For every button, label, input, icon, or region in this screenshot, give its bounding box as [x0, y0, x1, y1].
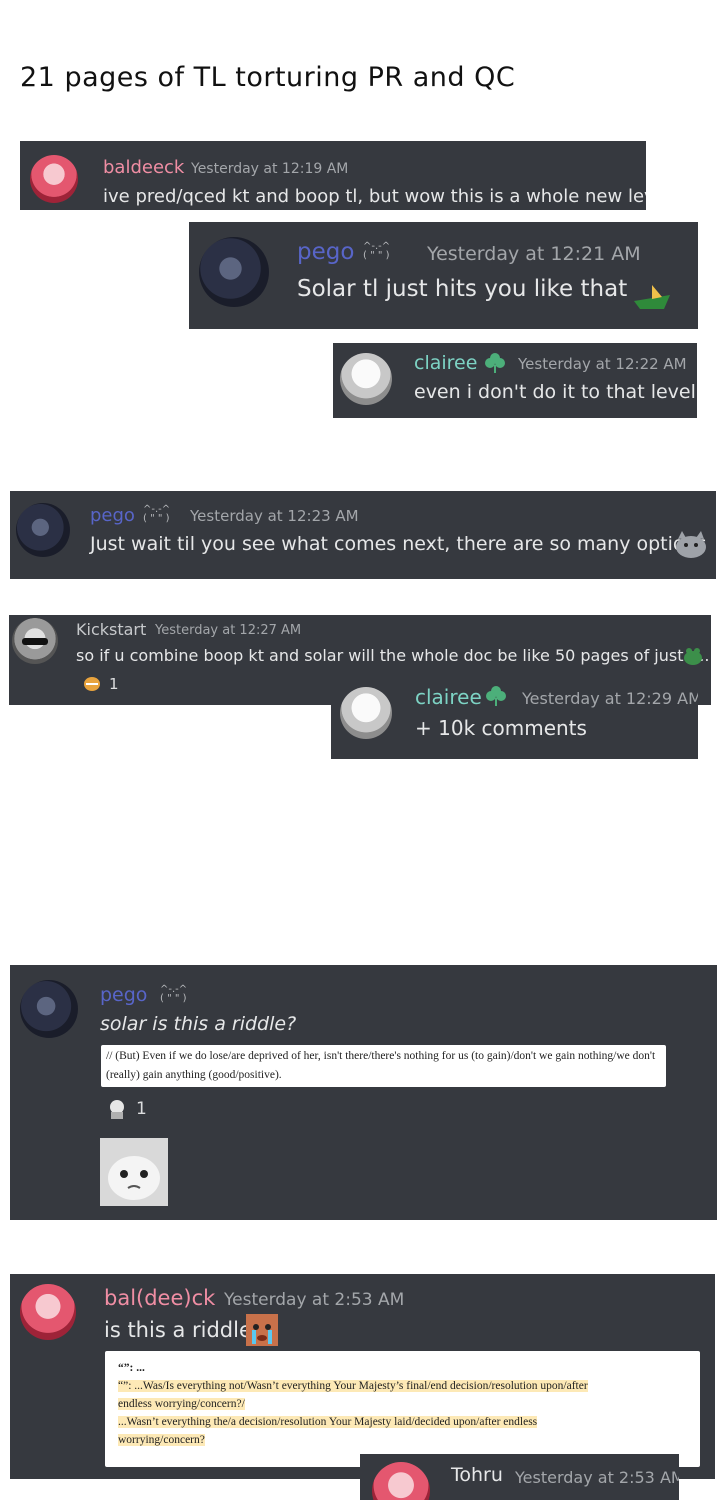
avatar[interactable]: [20, 1284, 76, 1340]
message-text: even i don't do it to that level..: [414, 381, 697, 403]
reaction-pill[interactable]: 1: [83, 675, 119, 693]
boat-emoji-icon: [634, 285, 670, 309]
hiding-emoji-icon: [110, 1100, 124, 1119]
doc-line: endless worrying/concern?/: [118, 1398, 245, 1410]
username[interactable]: clairee: [415, 685, 482, 709]
timestamp: Yesterday at 12:29 AM: [522, 689, 698, 708]
kaomoji: ^-.-^ ( " " ): [160, 984, 188, 1004]
username[interactable]: pego: [100, 984, 147, 1006]
timestamp: Yesterday at 2:53 AM: [224, 1290, 405, 1310]
crying-face-emoji-icon: [246, 1314, 278, 1346]
username[interactable]: pego: [297, 239, 354, 265]
username[interactable]: pego: [90, 505, 135, 526]
message-card-clairee: clairee Yesterday at 12:22 AM even i don…: [333, 343, 697, 418]
message-card-pego: pego ^-.-^ ( " " ) Yesterday at 12:23 AM…: [10, 491, 716, 579]
username[interactable]: Tohru: [451, 1464, 503, 1486]
timestamp: Yesterday at 12:22 AM: [518, 355, 687, 373]
message-card-pego: pego ^-.-^ ( " " ) Yesterday at 12:21 AM…: [189, 222, 698, 329]
message-text: is this a riddle: [104, 1318, 252, 1342]
avatar[interactable]: [340, 687, 392, 739]
doc-line: “”: ...: [118, 1362, 145, 1374]
crying-cat-sticker-icon: [100, 1138, 168, 1206]
avatar[interactable]: [30, 155, 78, 203]
message-card-baldeeck: baldeeck Yesterday at 12:19 AM ive pred/…: [20, 141, 646, 210]
avatar[interactable]: [340, 353, 392, 405]
message-text: ive pred/qced kt and boop tl, but wow th…: [103, 186, 646, 207]
doc-line: ...Wasn’t everything the/a decision/reso…: [118, 1416, 538, 1428]
message-card-pego: pego ^-.-^ ( " " ) solar is this a riddl…: [10, 965, 717, 1220]
avatar[interactable]: [199, 237, 269, 307]
reaction-count: 1: [109, 675, 119, 693]
page-title: 21 pages of TL torturing PR and QC: [20, 62, 516, 93]
clover-icon: [486, 686, 506, 706]
clover-icon: [485, 353, 505, 373]
message-card-baldeeck: bal(dee)ck Yesterday at 2:53 AM is this …: [10, 1274, 715, 1479]
username[interactable]: Kickstart: [76, 620, 146, 639]
kaomoji: ^-.-^ ( " " ): [143, 504, 171, 524]
cat-emoji-icon: [676, 531, 706, 558]
message-text: Just wait til you see what comes next, t…: [90, 533, 707, 555]
username[interactable]: baldeeck: [103, 157, 184, 178]
message-card-clairee: clairee Yesterday at 12:29 AM + 10k comm…: [331, 677, 698, 759]
message-text: solar is this a riddle?: [100, 1013, 297, 1035]
timestamp: Yesterday at 12:27 AM: [155, 623, 302, 638]
frog-emoji-icon: [684, 648, 702, 665]
kaomoji: ^-.-^ ( " " ): [363, 241, 391, 261]
avatar[interactable]: [372, 1462, 430, 1500]
message-text: + 10k comments: [415, 716, 587, 740]
reaction-count: 1: [136, 1099, 147, 1119]
avatar[interactable]: [16, 503, 70, 557]
message-card-tohru: Tohru Yesterday at 2:53 AM: [360, 1454, 679, 1500]
avatar[interactable]: [20, 980, 78, 1038]
doc-line: worrying/concern?: [118, 1434, 205, 1446]
timestamp: Yesterday at 2:53 AM: [515, 1468, 679, 1487]
quoted-document-snippet: “”: ... “”: ...Was/Is everything not/Was…: [105, 1351, 700, 1467]
message-text: so if u combine boop kt and solar will t…: [76, 646, 711, 665]
message-text: Solar tl just hits you like that: [297, 276, 628, 302]
username[interactable]: bal(dee)ck: [104, 1286, 215, 1310]
avatar[interactable]: [12, 618, 58, 664]
timestamp: Yesterday at 12:21 AM: [427, 243, 641, 265]
timestamp: Yesterday at 12:19 AM: [191, 161, 349, 177]
timestamp: Yesterday at 12:23 AM: [190, 507, 359, 525]
reaction-pill[interactable]: 1: [106, 1098, 147, 1120]
username[interactable]: clairee: [414, 352, 477, 374]
quoted-document-snippet: // (But) Even if we do lose/are deprived…: [101, 1045, 666, 1087]
bread-emoji-icon: [84, 677, 100, 691]
doc-line: “”: ...Was/Is everything not/Wasn’t ever…: [118, 1380, 588, 1392]
